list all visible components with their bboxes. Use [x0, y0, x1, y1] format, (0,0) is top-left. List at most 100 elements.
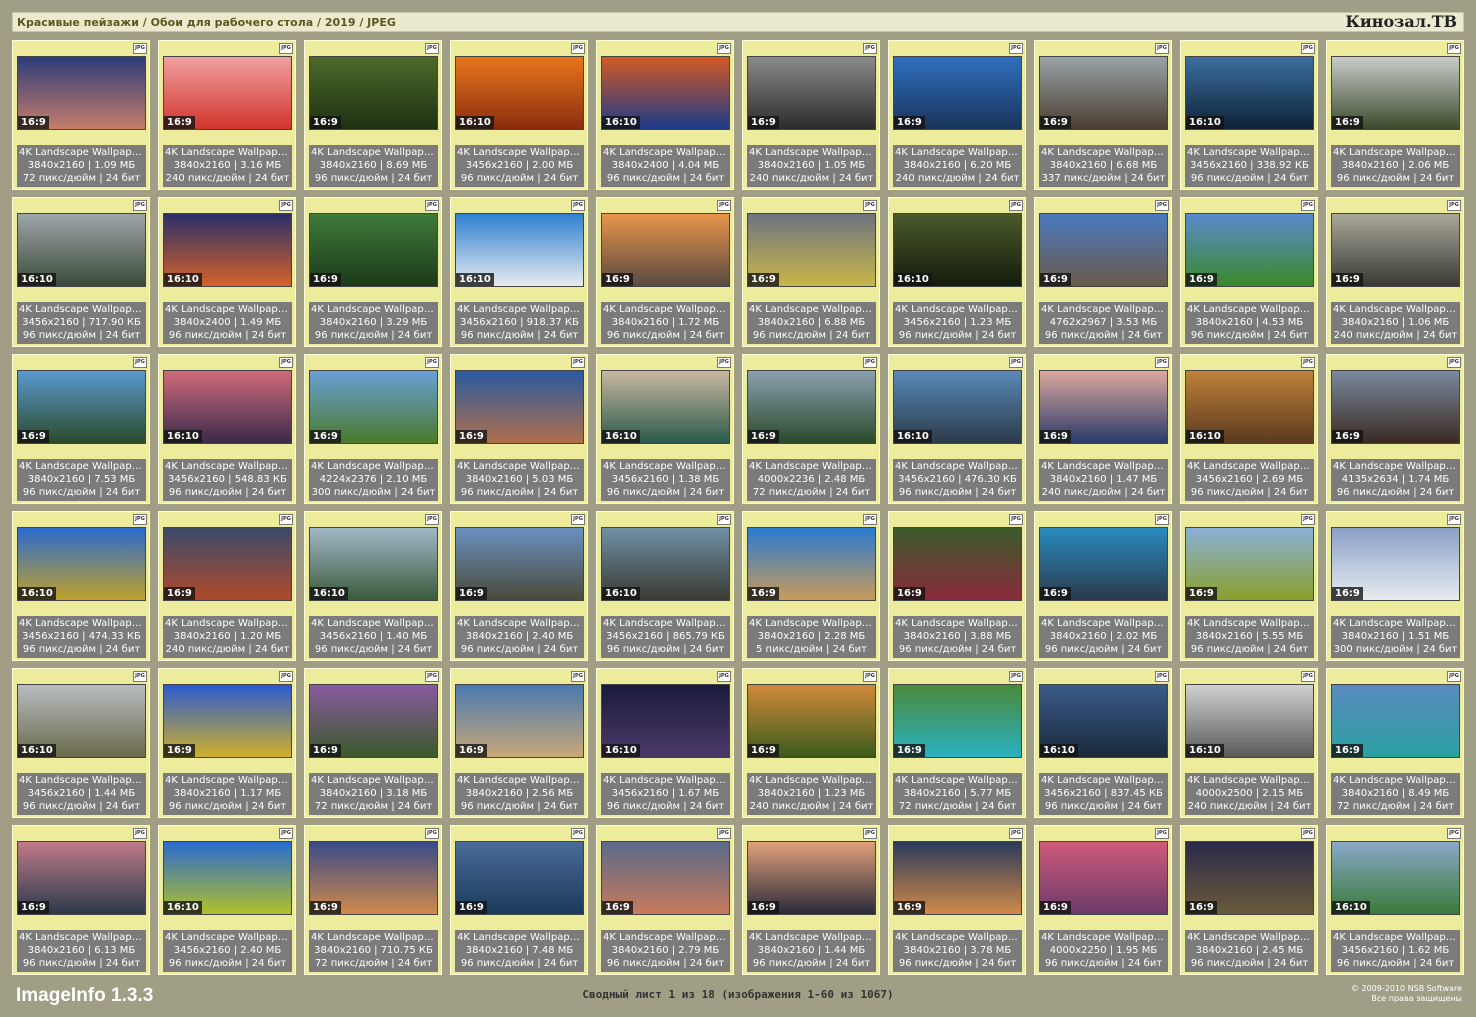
- thumbnail-card[interactable]: JPG 16:9 4K Landscape Wallpaper 3 3840x2160…: [304, 40, 442, 190]
- thumbnail-image[interactable]: 16:9: [163, 527, 292, 601]
- thumbnail-card[interactable]: JPG 16:10 4K Landscape Wallpape… 3456x2160 …: [12, 197, 150, 347]
- thumbnail-card[interactable]: JPG 16:9 4K Landscape Wallpape… 3840x2160 |…: [1034, 511, 1172, 661]
- thumbnail-card[interactable]: JPG 16:9 4K Landscape Wallpape… 3840x2160 |…: [1034, 354, 1172, 504]
- thumbnail-image[interactable]: 16:9: [893, 527, 1022, 601]
- thumbnail-image[interactable]: 16:9: [1185, 527, 1314, 601]
- thumbnail-image[interactable]: 16:9: [17, 56, 146, 130]
- thumbnail-image[interactable]: 16:9: [893, 841, 1022, 915]
- thumbnail-card[interactable]: JPG 16:9 4K Landscape Wallpape… 3840x2160 |…: [304, 197, 442, 347]
- thumbnail-image[interactable]: 16:9: [163, 56, 292, 130]
- thumbnail-image[interactable]: 16:9: [1039, 213, 1168, 287]
- thumbnail-image[interactable]: 16:10: [163, 841, 292, 915]
- thumbnail-image[interactable]: 16:10: [1039, 684, 1168, 758]
- thumbnail-card[interactable]: JPG 16:9 4K Landscape Wallpape… 3840x2160 |…: [742, 825, 880, 975]
- thumbnail-image[interactable]: 16:10: [601, 56, 730, 130]
- thumbnail-image[interactable]: 16:9: [1331, 370, 1460, 444]
- thumbnail-image[interactable]: 16:9: [1331, 527, 1460, 601]
- thumbnail-card[interactable]: JPG 16:10 4K Landscape Wallpape… 3456x2160 …: [158, 354, 296, 504]
- thumbnail-card[interactable]: JPG 16:9 4K Landscape Wallpape… 3840x2160 |…: [158, 668, 296, 818]
- thumbnail-image[interactable]: 16:9: [163, 684, 292, 758]
- thumbnail-image[interactable]: 16:9: [17, 370, 146, 444]
- thumbnail-card[interactable]: JPG 16:9 4K Landscape Wallpape… 4762x2967 |…: [1034, 197, 1172, 347]
- thumbnail-card[interactable]: JPG 16:10 4K Landscape Wallpape… 3456x2160 …: [596, 354, 734, 504]
- thumbnail-card[interactable]: JPG 16:9 4K Landscape Wallpaper 8 3840x2160…: [1034, 40, 1172, 190]
- thumbnail-image[interactable]: 16:10: [1185, 684, 1314, 758]
- thumbnail-image[interactable]: 16:9: [747, 370, 876, 444]
- thumbnail-card[interactable]: JPG 16:10 4K Landscape Wallpaper 9 3456x216…: [1180, 40, 1318, 190]
- thumbnail-image[interactable]: 16:9: [1331, 56, 1460, 130]
- thumbnail-image[interactable]: 16:10: [17, 527, 146, 601]
- thumbnail-card[interactable]: JPG 16:9 4K Landscape Wallpaper 2 3840x2160…: [158, 40, 296, 190]
- thumbnail-card[interactable]: JPG 16:9 4K Landscape Wallpaper 7 3840x2160…: [888, 40, 1026, 190]
- thumbnail-image[interactable]: 16:10: [17, 684, 146, 758]
- thumbnail-card[interactable]: JPG 16:9 4K Landscape Wallpape… 4135x2634 |…: [1326, 354, 1464, 504]
- thumbnail-image[interactable]: 16:9: [747, 213, 876, 287]
- thumbnail-card[interactable]: JPG 16:9 4K Landscape Wallpape… 4000x2236 |…: [742, 354, 880, 504]
- thumbnail-card[interactable]: JPG 16:10 4K Landscape Wallpape… 3456x2160 …: [1326, 825, 1464, 975]
- thumbnail-card[interactable]: JPG 16:9 4K Landscape Wallpape… 3840x2160 |…: [888, 668, 1026, 818]
- thumbnail-card[interactable]: JPG 16:10 4K Landscape Wallpaper 5 3840x240…: [596, 40, 734, 190]
- thumbnail-image[interactable]: 16:9: [1039, 527, 1168, 601]
- thumbnail-image[interactable]: 16:9: [893, 56, 1022, 130]
- thumbnail-card[interactable]: JPG 16:10 4K Landscape Wallpape… 3456x2160 …: [304, 511, 442, 661]
- thumbnail-image[interactable]: 16:9: [455, 370, 584, 444]
- thumbnail-image[interactable]: 16:9: [747, 527, 876, 601]
- thumbnail-card[interactable]: JPG 16:10 4K Landscape Wallpaper 4 3456x216…: [450, 40, 588, 190]
- thumbnail-card[interactable]: JPG 16:9 4K Landscape Wallpape… 3840x2160 |…: [596, 825, 734, 975]
- thumbnail-image[interactable]: 16:9: [455, 527, 584, 601]
- thumbnail-card[interactable]: JPG 16:10 4K Landscape Wallpape… 3456x2160 …: [596, 668, 734, 818]
- thumbnail-card[interactable]: JPG 16:9 4K Landscape Wallpape… 3840x2160 |…: [304, 668, 442, 818]
- thumbnail-image[interactable]: 16:9: [1185, 841, 1314, 915]
- thumbnail-card[interactable]: JPG 16:10 4K Landscape Wallpape… 3456x2160 …: [596, 511, 734, 661]
- thumbnail-image[interactable]: 16:10: [17, 213, 146, 287]
- thumbnail-card[interactable]: JPG 16:9 4K Landscape Wallpape… 3840x2160 |…: [888, 825, 1026, 975]
- thumbnail-image[interactable]: 16:10: [601, 684, 730, 758]
- thumbnail-card[interactable]: JPG 16:9 4K Landscape Wallpape… 3840x2160 |…: [12, 825, 150, 975]
- thumbnail-card[interactable]: JPG 16:9 4K Landscape Wallpape… 3840x2160 |…: [158, 511, 296, 661]
- thumbnail-card[interactable]: JPG 16:9 4K Landscape Wallpape… 3840x2160 |…: [1326, 668, 1464, 818]
- thumbnail-card[interactable]: JPG 16:9 4K Landscape Wallpape… 3840x2160 |…: [1326, 197, 1464, 347]
- thumbnail-image[interactable]: 16:9: [747, 56, 876, 130]
- thumbnail-image[interactable]: 16:10: [163, 213, 292, 287]
- thumbnail-card[interactable]: JPG 16:9 4K Landscape Wallpape… 3840x2160 |…: [450, 668, 588, 818]
- thumbnail-image[interactable]: 16:9: [1185, 213, 1314, 287]
- thumbnail-image[interactable]: 16:9: [1039, 56, 1168, 130]
- thumbnail-card[interactable]: JPG 16:9 4K Landscape Wallpape… 3840x2160 |…: [742, 511, 880, 661]
- thumbnail-image[interactable]: 16:9: [1331, 684, 1460, 758]
- thumbnail-card[interactable]: JPG 16:9 4K Landscape Wallpape… 3840x2160 |…: [1326, 40, 1464, 190]
- thumbnail-card[interactable]: JPG 16:9 4K Landscape Wallpape… 3840x2160 |…: [450, 354, 588, 504]
- thumbnail-card[interactable]: JPG 16:10 4K Landscape Wallpape… 3840x2400 …: [158, 197, 296, 347]
- thumbnail-image[interactable]: 16:10: [1185, 56, 1314, 130]
- thumbnail-image[interactable]: 16:10: [455, 213, 584, 287]
- thumbnail-card[interactable]: JPG 16:9 4K Landscape Wallpape… 3840x2160 |…: [304, 825, 442, 975]
- thumbnail-image[interactable]: 16:9: [601, 213, 730, 287]
- thumbnail-image[interactable]: 16:9: [893, 684, 1022, 758]
- thumbnail-card[interactable]: JPG 16:10 4K Landscape Wallpape… 3456x2160 …: [1034, 668, 1172, 818]
- thumbnail-image[interactable]: 16:10: [1331, 841, 1460, 915]
- thumbnail-image[interactable]: 16:9: [309, 56, 438, 130]
- thumbnail-card[interactable]: JPG 16:9 4K Landscape Wallpape… 3840x2160 |…: [742, 668, 880, 818]
- thumbnail-card[interactable]: JPG 16:10 4K Landscape Wallpape… 3456x2160 …: [12, 668, 150, 818]
- thumbnail-card[interactable]: JPG 16:9 4K Landscape Wallpape… 3840x2160 |…: [742, 197, 880, 347]
- thumbnail-image[interactable]: 16:10: [601, 370, 730, 444]
- thumbnail-image[interactable]: 16:10: [309, 527, 438, 601]
- thumbnail-card[interactable]: JPG 16:9 4K Landscape Wallpape… 3840x2160 |…: [1180, 511, 1318, 661]
- thumbnail-card[interactable]: JPG 16:10 4K Landscape Wallpape… 4000x2500 …: [1180, 668, 1318, 818]
- thumbnail-image[interactable]: 16:9: [455, 841, 584, 915]
- thumbnail-image[interactable]: 16:10: [893, 213, 1022, 287]
- thumbnail-image[interactable]: 16:9: [309, 841, 438, 915]
- thumbnail-card[interactable]: JPG 16:9 4K Landscape Wallpape… 3840x2160 |…: [1180, 825, 1318, 975]
- thumbnail-image[interactable]: 16:9: [1331, 213, 1460, 287]
- thumbnail-image[interactable]: 16:10: [163, 370, 292, 444]
- thumbnail-card[interactable]: JPG 16:9 4K Landscape Wallpape… 4224x2376 |…: [304, 354, 442, 504]
- thumbnail-card[interactable]: JPG 16:9 4K Landscape Wallpape… 3840x2160 |…: [1180, 197, 1318, 347]
- thumbnail-card[interactable]: JPG 16:10 4K Landscape Wallpape… 3456x2160 …: [888, 197, 1026, 347]
- thumbnail-image[interactable]: 16:9: [17, 841, 146, 915]
- thumbnail-card[interactable]: JPG 16:9 4K Landscape Wallpape… 3840x2160 |…: [1326, 511, 1464, 661]
- thumbnail-image[interactable]: 16:9: [747, 841, 876, 915]
- thumbnail-card[interactable]: JPG 16:9 4K Landscape Wallpape… 3840x2160 |…: [888, 511, 1026, 661]
- thumbnail-image[interactable]: 16:9: [1039, 841, 1168, 915]
- thumbnail-card[interactable]: JPG 16:9 4K Landscape Wallpape… 3840x2160 |…: [596, 197, 734, 347]
- thumbnail-card[interactable]: JPG 16:10 4K Landscape Wallpape… 3456x2160 …: [1180, 354, 1318, 504]
- thumbnail-card[interactable]: JPG 16:9 4K Landscape Wallpaper 6 3840x2160…: [742, 40, 880, 190]
